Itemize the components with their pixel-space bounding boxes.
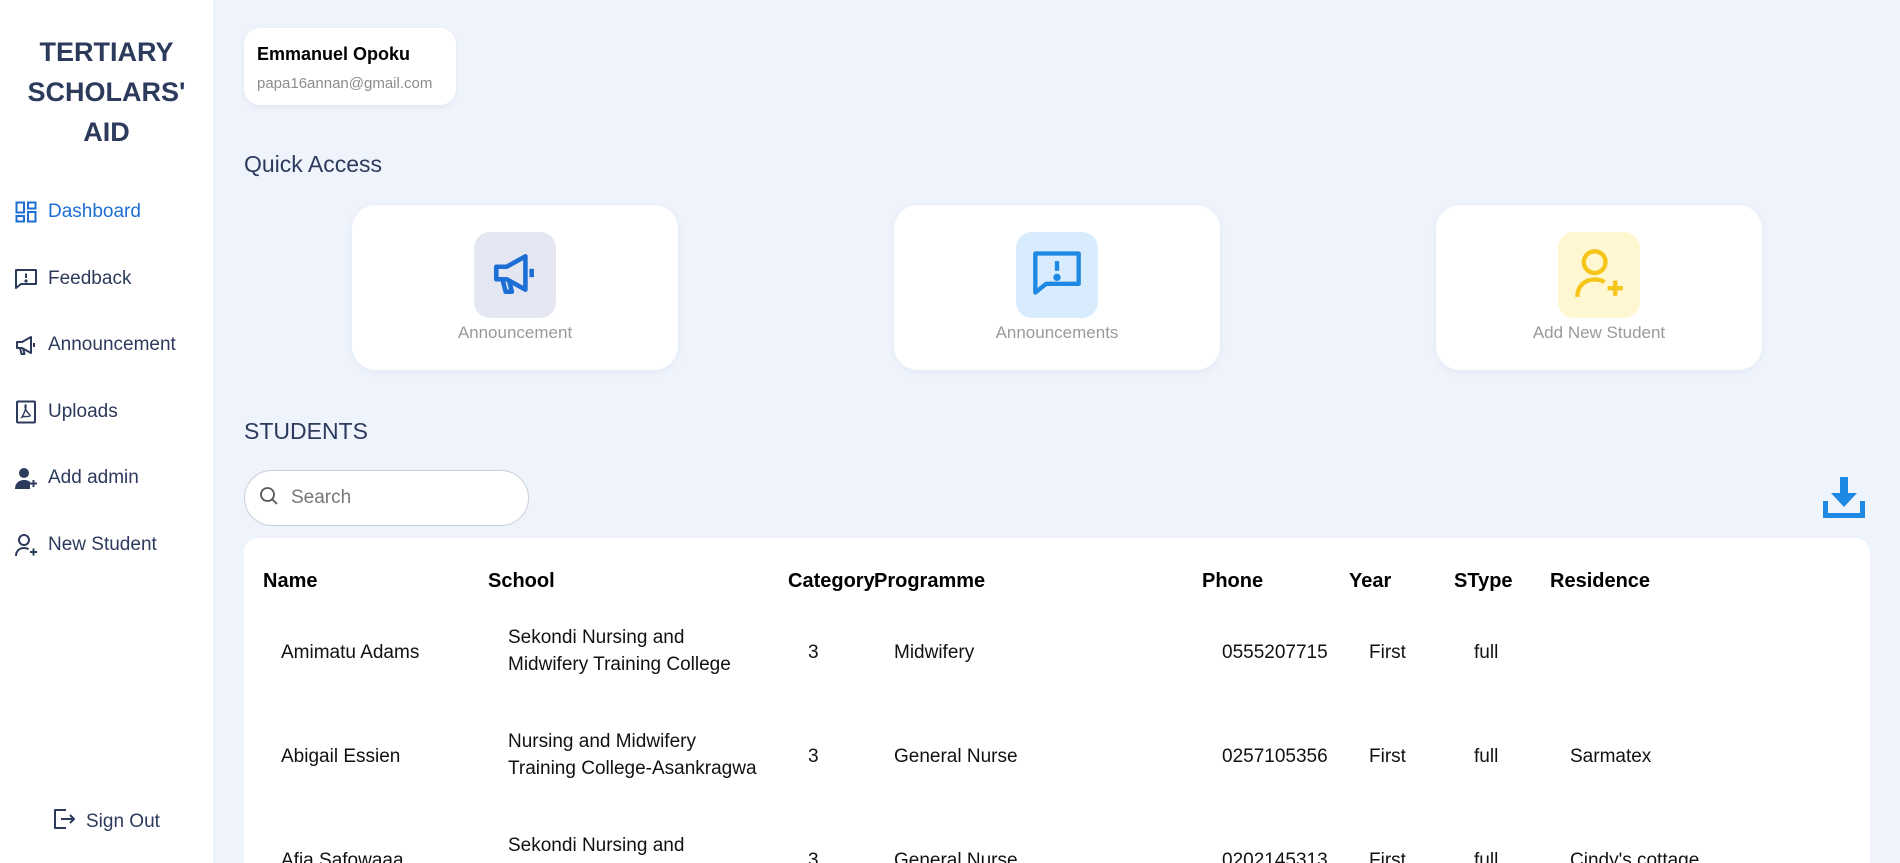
search-box	[244, 470, 529, 526]
pdf-file-icon	[14, 400, 38, 424]
cell-residence: Cindy's cottage	[1570, 850, 1700, 863]
app-brand: TERTIARY SCHOLARS' AID	[0, 32, 213, 152]
cell-phone: 0257105356	[1222, 746, 1328, 767]
cell-category: 3	[808, 746, 819, 767]
add-user-icon	[14, 533, 38, 557]
cell-phone: 0202145313	[1222, 850, 1328, 863]
quick-access-title: Quick Access	[244, 151, 383, 177]
cell-programme: General Nurse	[894, 746, 1018, 767]
sidebar-item-label: Announcement	[48, 334, 176, 355]
column-header-residence[interactable]: Residence	[1550, 570, 1650, 593]
cell-phone: 0555207715	[1222, 642, 1328, 663]
quick-access-label: Announcement	[457, 323, 573, 342]
students-table: Name School Category Programme Phone Yea…	[244, 538, 1870, 863]
profile-email: papa16annan@gmail.com	[257, 75, 433, 92]
quick-access-label: Add New Student	[1532, 323, 1666, 342]
cell-stype: full	[1474, 746, 1499, 767]
column-header-school[interactable]: School	[488, 570, 555, 593]
megaphone-icon	[490, 248, 540, 303]
sidebar-nav: Dashboard Feedback Announcement Uploads …	[0, 198, 213, 597]
cell-school-line: Training College-Asankragwa	[508, 758, 757, 779]
cell-category: 3	[808, 850, 819, 863]
sign-out-label: Sign Out	[86, 810, 160, 832]
profile-card: Emmanuel Opoku papa16annan@gmail.com	[244, 28, 456, 105]
column-header-category[interactable]: Category	[788, 570, 875, 593]
add-user-icon	[1573, 247, 1625, 304]
brand-line-3: AID	[83, 117, 130, 147]
cell-name: Amimatu Adams	[281, 642, 420, 663]
sidebar-item-add-admin[interactable]: Add admin	[0, 464, 213, 492]
sidebar-item-label: Add admin	[48, 467, 139, 488]
feedback-icon	[1031, 247, 1083, 304]
download-icon	[1821, 477, 1867, 525]
sidebar-item-announcement[interactable]: Announcement	[0, 331, 213, 359]
students-title: STUDENTS	[244, 418, 368, 444]
cell-stype: full	[1474, 642, 1499, 663]
cell-residence: Sarmatex	[1570, 746, 1652, 767]
column-header-phone[interactable]: Phone	[1202, 570, 1263, 593]
profile-name: Emmanuel Opoku	[257, 44, 411, 64]
quick-access-add-student-card[interactable]: Add New Student	[1436, 205, 1762, 370]
search-input[interactable]	[291, 487, 511, 509]
column-header-programme[interactable]: Programme	[874, 570, 985, 593]
cell-category: 3	[808, 642, 819, 663]
cell-name: Afia Safowaaa	[281, 850, 404, 863]
dashboard-icon	[14, 200, 38, 224]
download-button[interactable]	[1821, 475, 1867, 521]
sidebar-item-label: Uploads	[48, 400, 118, 422]
quick-access-announcements-card[interactable]: Announcements	[894, 205, 1220, 370]
cell-school-line: Sekondi Nursing and	[508, 835, 685, 856]
quick-access-tile	[1558, 232, 1640, 318]
brand-line-1: TERTIARY	[39, 37, 174, 67]
sidebar-item-new-student[interactable]: New Student	[0, 531, 213, 559]
sidebar-item-label: Feedback	[48, 267, 132, 289]
cell-year: First	[1369, 746, 1406, 767]
cell-school: Sekondi Nursing and Midwifery Training C…	[508, 624, 731, 678]
quick-access-tile	[474, 232, 556, 318]
cell-school-line: Nursing and Midwifery	[508, 731, 696, 752]
sidebar-item-label: Dashboard	[48, 201, 141, 222]
cell-year: First	[1369, 850, 1406, 863]
sign-out-icon	[52, 807, 76, 836]
column-header-stype[interactable]: SType	[1454, 570, 1513, 593]
cell-programme: General Nurse	[894, 850, 1018, 863]
cell-school-line: Sekondi Nursing and	[508, 627, 685, 648]
search-icon	[259, 486, 279, 511]
cell-school: Sekondi Nursing and	[508, 832, 684, 859]
quick-access-announcement-card[interactable]: Announcement	[352, 205, 678, 370]
sidebar-item-feedback[interactable]: Feedback	[0, 265, 213, 293]
quick-access-label: Announcements	[995, 323, 1119, 342]
quick-access-tile	[1016, 232, 1098, 318]
sidebar-item-label: New Student	[48, 533, 157, 555]
sidebar-item-uploads[interactable]: Uploads	[0, 398, 213, 426]
feedback-icon	[14, 267, 38, 291]
cell-year: First	[1369, 642, 1406, 663]
sidebar: TERTIARY SCHOLARS' AID Dashboard Feedbac…	[0, 0, 213, 863]
megaphone-icon	[14, 333, 38, 357]
cell-programme: Midwifery	[894, 642, 975, 663]
cell-stype: full	[1474, 850, 1499, 863]
column-header-year[interactable]: Year	[1349, 570, 1391, 593]
cell-school: Nursing and Midwifery Training College-A…	[508, 728, 757, 782]
add-admin-icon	[14, 466, 38, 490]
sidebar-item-dashboard[interactable]: Dashboard	[0, 198, 213, 226]
sign-out-button[interactable]: Sign Out	[52, 807, 160, 836]
column-header-name[interactable]: Name	[263, 570, 317, 593]
cell-school-line: Midwifery Training College	[508, 654, 731, 675]
cell-name: Abigail Essien	[281, 746, 401, 767]
brand-line-2: SCHOLARS'	[27, 77, 186, 107]
